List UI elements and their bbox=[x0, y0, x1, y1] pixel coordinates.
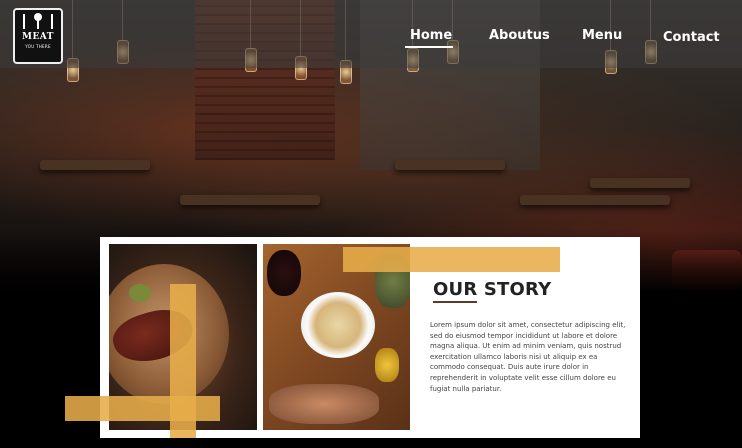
herb-garnish bbox=[129, 284, 151, 302]
site-logo[interactable]: MEAT YOU THERE bbox=[13, 8, 63, 64]
nav-aboutus-link[interactable]: Aboutus bbox=[489, 28, 550, 43]
logo-title: MEAT bbox=[21, 32, 54, 42]
olive-oil-bottle bbox=[375, 348, 399, 382]
chef-knife-fork-icon bbox=[23, 13, 53, 29]
dining-table bbox=[590, 178, 690, 188]
story-title: OUR STORY bbox=[433, 279, 552, 300]
nav-home-link[interactable]: Home bbox=[410, 28, 452, 43]
dining-table bbox=[40, 160, 150, 170]
story-body-text: Lorem ipsum dolor sit amet, consectetur … bbox=[430, 321, 626, 393]
gold-accent-bar-title bbox=[343, 247, 560, 272]
dining-table bbox=[520, 195, 670, 205]
top-navbar: MEAT YOU THERE Home Aboutus Menu Contact bbox=[0, 0, 742, 68]
dining-table bbox=[180, 195, 320, 205]
nav-active-indicator bbox=[405, 46, 453, 48]
logo-subtitle: YOU THERE bbox=[25, 44, 51, 49]
pasta-plate bbox=[301, 292, 375, 358]
dining-table bbox=[395, 160, 505, 170]
nav-contact-link[interactable]: Contact bbox=[663, 30, 720, 45]
gold-accent-bar-horizontal bbox=[65, 396, 220, 421]
wine-glass bbox=[267, 250, 301, 296]
story-title-underline bbox=[433, 301, 477, 303]
diner-hands bbox=[269, 384, 379, 424]
nav-menu-link[interactable]: Menu bbox=[582, 28, 622, 43]
